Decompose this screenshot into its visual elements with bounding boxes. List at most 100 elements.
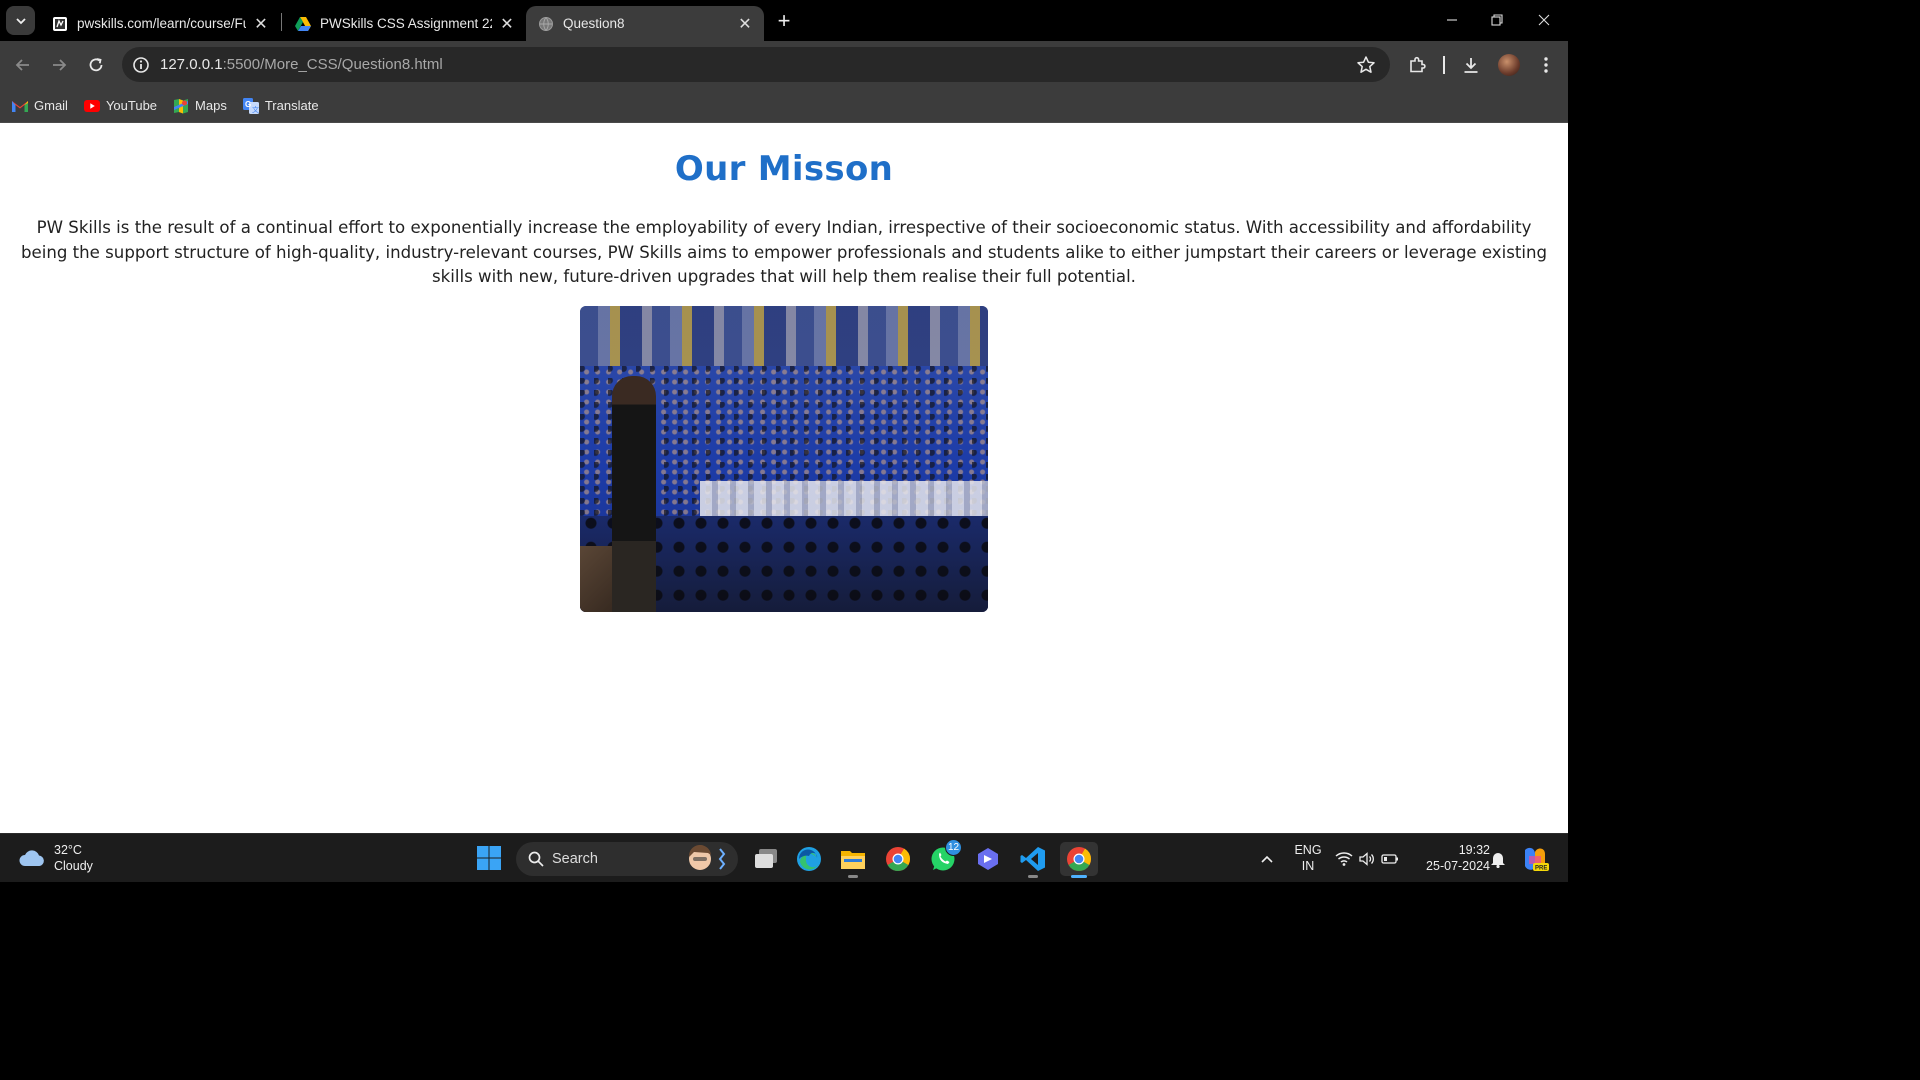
pwskills-favicon-icon [52,16,68,32]
svg-text:文: 文 [252,105,259,114]
bookmark-label: Gmail [34,98,68,113]
tab-search-button[interactable] [6,6,35,35]
bookmark-label: Maps [195,98,227,113]
new-tab-button[interactable]: + [772,8,796,33]
svg-text:PRE: PRE [1535,866,1547,872]
photo-seats [700,481,988,521]
mission-paragraph: PW Skills is the result of a continual e… [20,218,1548,286]
tab-title: pwskills.com/learn/course/Full-S [77,16,246,31]
youtube-icon [83,98,100,114]
photo-speaker [612,376,656,612]
folder-icon [841,851,865,869]
taskbar-search[interactable]: Search [516,842,738,876]
menu-button[interactable] [1533,52,1559,78]
chrome-icon [1067,847,1091,871]
tab-pwskills-assignment[interactable]: PWSkills CSS Assignment 22 Ma ✕ [283,6,526,41]
vscode-icon [1020,847,1045,871]
google-drive-icon [295,16,311,32]
avatar [1498,54,1520,76]
close-icon[interactable]: ✕ [736,14,754,33]
site-info-icon[interactable] [131,55,151,75]
weather-widget[interactable]: 32°C Cloudy [18,842,93,874]
profile-button[interactable] [1496,52,1522,78]
arrow-right-icon [53,59,67,71]
minimize-button[interactable] [1440,8,1464,32]
restore-icon [1491,14,1503,26]
whatsapp-app[interactable]: 12 [926,839,962,876]
copilot-app[interactable] [971,842,1005,876]
toolbar-divider [1443,56,1445,74]
translate-icon: G文 [242,97,259,114]
notification-badge: 12 [945,839,962,856]
auditorium-photo [580,306,988,612]
maps-icon [173,98,189,114]
weather-temp: 32°C [54,843,82,857]
bookmark-label: Translate [264,98,319,113]
language-bottom: IN [1301,859,1315,873]
volume-icon [1359,852,1374,866]
close-icon[interactable]: ✕ [252,14,270,33]
extensions-button[interactable] [1404,52,1430,78]
back-button[interactable] [10,52,36,78]
bookmark-translate[interactable]: G文 Translate [242,97,319,114]
forward-button[interactable] [46,52,72,78]
url-path: :5500/More_CSS/Question8.html [222,56,443,73]
file-explorer-app[interactable] [836,842,870,878]
edge-icon [797,847,821,871]
chevron-up-icon [1261,855,1273,863]
downloads-button[interactable] [1458,52,1484,78]
close-icon[interactable]: ✕ [498,14,516,33]
reload-icon [89,58,103,72]
task-view-button[interactable] [749,842,783,876]
restore-button[interactable] [1485,8,1509,32]
copilot-icon [978,848,998,870]
page-title: Our Misson [674,149,894,189]
running-indicator [1028,875,1038,878]
tab-pwskills-course[interactable]: pwskills.com/learn/course/Full-S ✕ [40,6,280,41]
browser-tabstrip: pwskills.com/learn/course/Full-S ✕ PWSki… [0,0,1568,41]
clock[interactable]: 19:32 25-07-2024 [1410,842,1490,874]
globe-icon [538,16,554,32]
bookmark-maps[interactable]: Maps [173,98,227,114]
puzzle-icon [1410,56,1426,73]
minimize-icon [1447,19,1457,21]
tab-title: Question8 [563,16,625,31]
chrome-app-active[interactable] [1060,842,1098,878]
bookmark-youtube[interactable]: YouTube [83,98,158,114]
edge-app[interactable] [792,842,826,876]
language-top: ENG [1294,843,1322,857]
chrome-app[interactable] [881,842,915,876]
svg-text:G: G [245,100,251,109]
url-text: 127.0.0.1:5500/More_CSS/Question8.html [160,56,443,73]
system-tray-status[interactable] [1334,842,1400,876]
close-window-button[interactable] [1532,8,1556,32]
copilot-tray-button[interactable]: PRE [1518,842,1552,876]
start-button[interactable] [476,845,502,871]
reload-button[interactable] [83,52,109,78]
address-bar[interactable]: 127.0.0.1:5500/More_CSS/Question8.html [122,47,1390,82]
wifi-icon [1335,852,1353,866]
close-icon [1538,14,1550,26]
browser-toolbar: 127.0.0.1:5500/More_CSS/Question8.html [0,41,1568,89]
notifications-button[interactable] [1486,842,1510,876]
tab-question8[interactable]: Question8 ✕ [526,6,764,41]
page-content: Our Misson PW Skills is the result of a … [0,123,1568,833]
vscode-app[interactable] [1016,842,1050,878]
bookmark-star-icon[interactable] [1356,55,1376,75]
bookmark-label: YouTube [105,98,158,113]
bookmarks-bar: Gmail YouTube Maps G文 Translate [0,89,1568,123]
copilot-pre-icon: PRE [1525,847,1549,872]
bookmark-gmail[interactable]: Gmail [12,98,68,114]
running-indicator [848,875,858,878]
language-indicator[interactable]: ENG IN [1290,842,1326,874]
show-hidden-icons-button[interactable] [1253,842,1281,876]
download-icon [1464,58,1478,73]
windows-taskbar: 32°C Cloudy Search 12 ENG IN 19:32 25-07… [0,833,1568,882]
arrow-left-icon [15,59,29,71]
clock-date: 25-07-2024 [1426,859,1490,873]
url-host: 127.0.0.1 [160,56,223,73]
task-view-icon [755,849,777,868]
weather-desc: Cloudy [54,859,93,873]
tab-title: PWSkills CSS Assignment 22 Ma [320,16,492,31]
search-highlight-icon [688,845,726,870]
